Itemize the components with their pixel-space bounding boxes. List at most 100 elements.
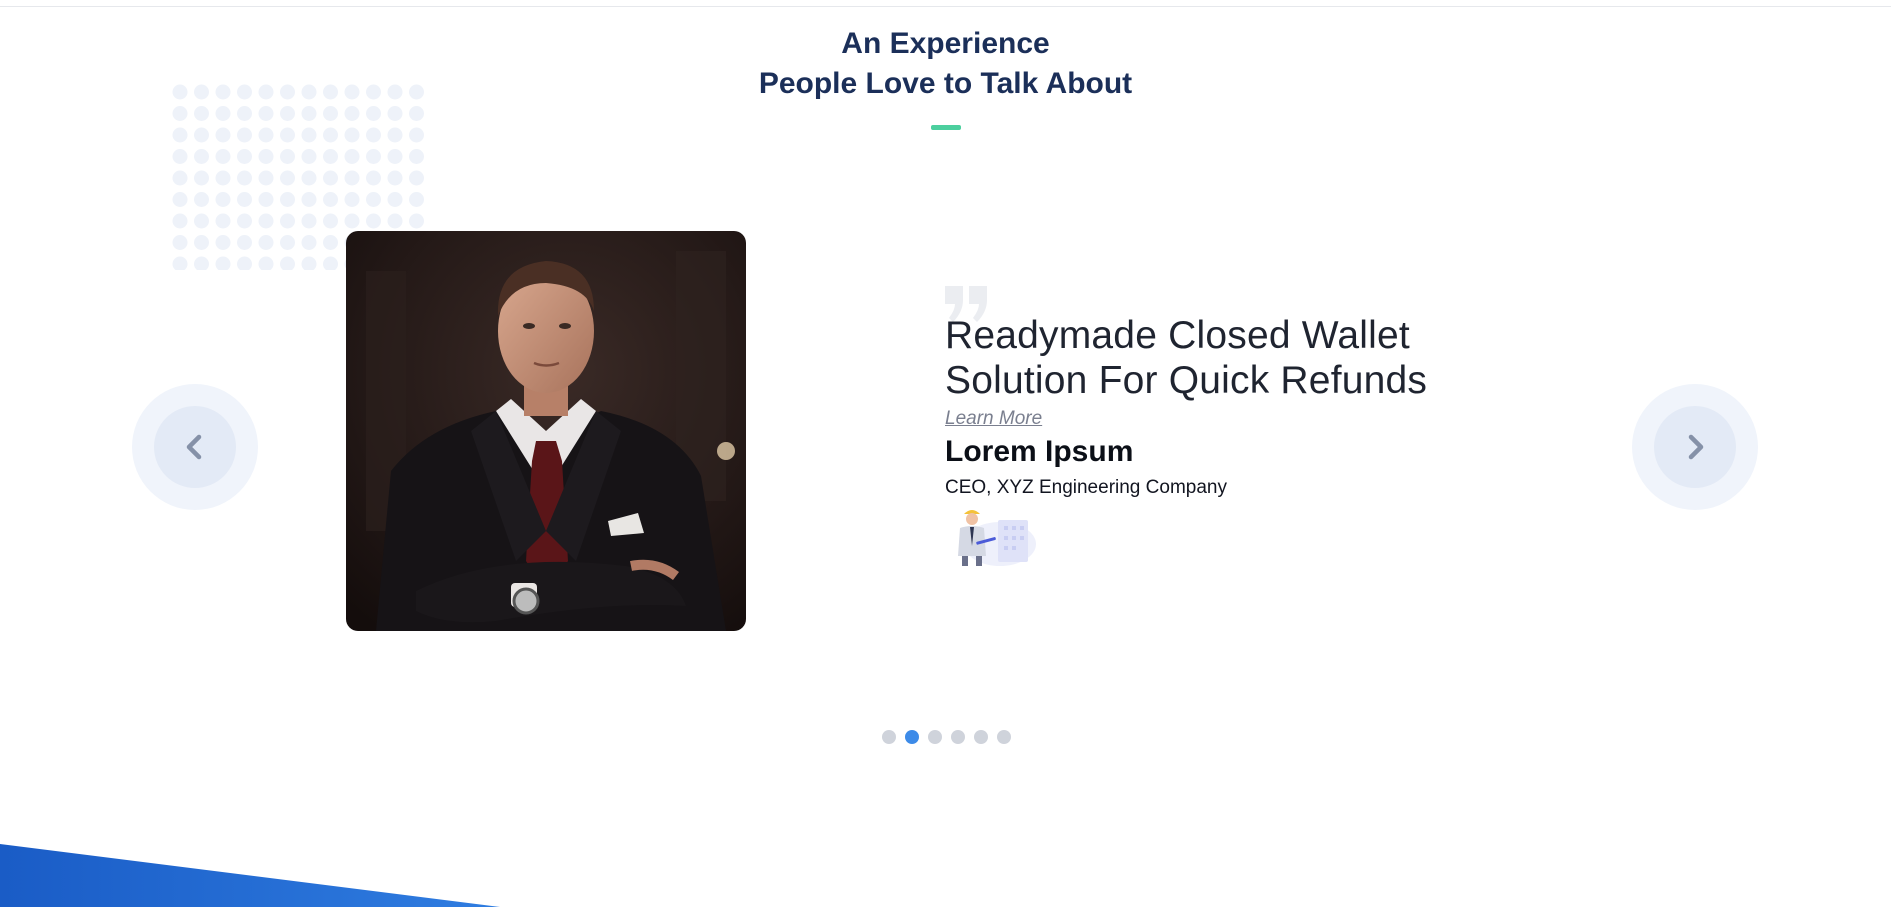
grid-dot [387,127,403,143]
grid-dot [280,106,295,121]
grid-dot [194,127,209,143]
grid-dot [258,213,274,229]
grid-dot [258,192,274,207]
grid-dot [344,106,360,121]
grid-dot [366,149,381,164]
grid-dot [237,192,252,207]
top-divider [0,6,1891,7]
grid-dot [344,192,360,207]
grid-dot [344,84,360,100]
grid-dot [409,192,424,207]
grid-dot [172,170,188,186]
grid-dot [194,84,209,100]
grid-dot [258,84,274,100]
pagination-dot[interactable] [928,730,942,744]
grid-dot [301,127,317,143]
grid-dot [366,213,381,229]
grid-dot [301,235,317,250]
headline-line-1: Readymade Closed Wallet [945,314,1410,357]
grid-dot [344,170,360,186]
grid-dot [387,106,403,121]
grid-dot [215,235,231,250]
grid-dot [258,170,274,186]
heading-underline [931,125,961,130]
heading-line-1: An Experience [841,27,1050,60]
grid-dot [323,256,338,270]
headline-line-2: Solution For Quick Refunds [945,359,1428,402]
grid-dot [258,235,274,250]
grid-dot [280,84,295,100]
grid-dot [194,149,209,164]
grid-dot [215,213,231,229]
grid-dot [301,213,317,229]
grid-dot [301,84,317,100]
grid-dot [323,213,338,229]
grid-dot [237,170,252,186]
grid-dot [172,84,188,100]
grid-dot [172,149,188,164]
grid-dot [301,170,317,186]
grid-dot [237,84,252,100]
grid-dot [387,84,403,100]
grid-dot [323,106,338,121]
grid-dot [387,192,403,207]
grid-dot [280,235,295,250]
grid-dot [409,84,424,100]
grid-dot [280,256,295,270]
grid-dot [323,235,338,250]
grid-dot [258,106,274,121]
grid-dot [301,106,317,121]
carousel-next-button[interactable] [1632,384,1758,510]
grid-dot [323,192,338,207]
grid-dot [215,170,231,186]
grid-dot [215,149,231,164]
grid-dot [323,84,338,100]
grid-dot [258,149,274,164]
grid-dot [194,192,209,207]
grid-dot [194,256,209,270]
testimonial-photo [346,231,746,631]
grid-dot [409,106,424,121]
pagination-dot-active[interactable] [905,730,919,744]
footer-wave-decoration [0,844,500,907]
grid-dot [323,170,338,186]
grid-dot [280,170,295,186]
carousel-prev-button[interactable] [132,384,258,510]
grid-dot [301,192,317,207]
grid-dot [237,106,252,121]
grid-dot [237,127,252,143]
grid-dot [409,170,424,186]
pagination-dot[interactable] [997,730,1011,744]
chevron-left-icon [186,434,202,460]
grid-dot [237,256,252,270]
grid-dot [215,84,231,100]
grid-dot [237,213,252,229]
grid-dot [409,149,424,164]
grid-dot [323,127,338,143]
engineer-illustration-icon [958,510,1036,566]
grid-dot [280,149,295,164]
grid-dot [258,127,274,143]
grid-dot [344,149,360,164]
grid-dot [323,149,338,164]
grid-dot [215,192,231,207]
grid-dot [237,235,252,250]
testimonial-headline: Readymade Closed Wallet Solution For Qui… [945,313,1505,403]
grid-dot [387,170,403,186]
grid-dot [366,127,381,143]
grid-dot [194,213,209,229]
grid-dot [215,106,231,121]
learn-more-link[interactable]: Learn More [945,408,1042,430]
pagination-dot[interactable] [951,730,965,744]
grid-dot [409,127,424,143]
grid-dot [172,192,188,207]
pagination-dot[interactable] [882,730,896,744]
grid-dot [172,106,188,121]
grid-dot [387,213,403,229]
grid-dot [172,213,188,229]
grid-dot [366,192,381,207]
pagination-dot[interactable] [974,730,988,744]
grid-dot [344,213,360,229]
grid-dot [258,256,274,270]
carousel-pagination [882,730,1011,744]
